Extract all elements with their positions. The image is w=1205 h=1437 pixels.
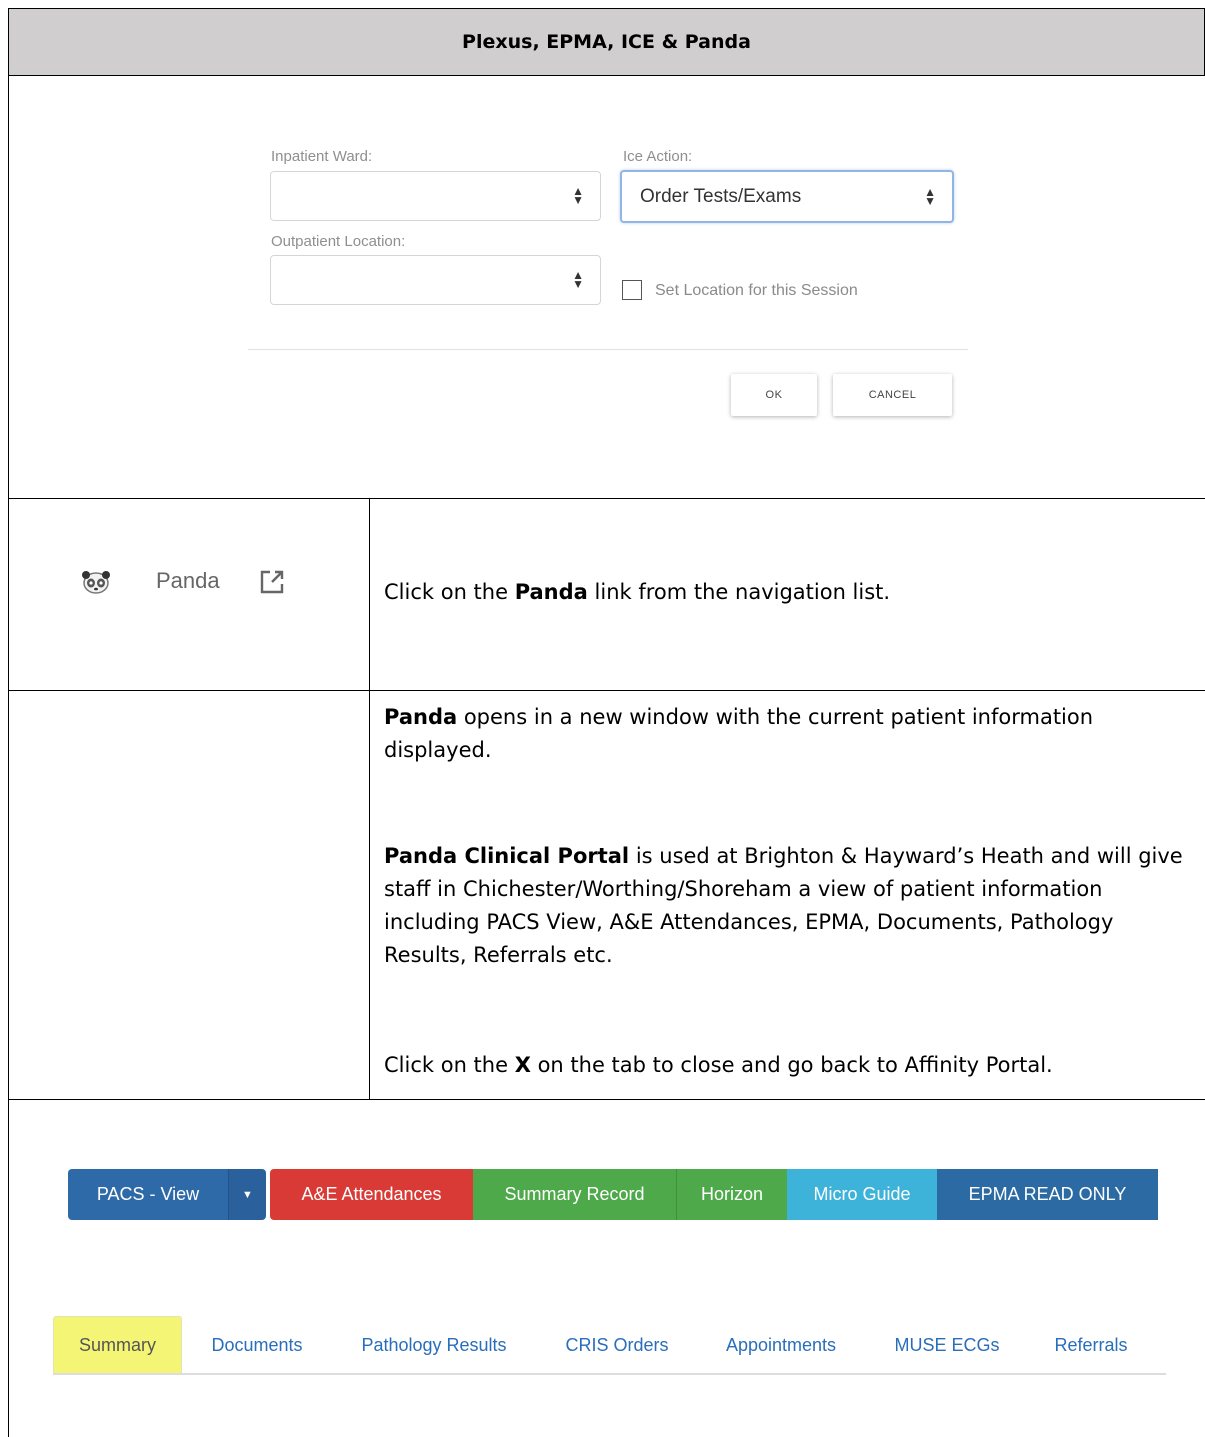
panda-icon <box>82 571 110 594</box>
pacs-view-button[interactable]: PACS - View <box>68 1169 228 1220</box>
tabs-underline <box>53 1373 1166 1375</box>
summary-record-label: Summary Record <box>504 1184 645 1204</box>
micro-guide-button[interactable]: Micro Guide <box>787 1169 937 1220</box>
outpatient-location-label: Outpatient Location: <box>271 233 406 250</box>
tab-muse-ecgs[interactable]: MUSE ECGs <box>874 1316 1020 1374</box>
ae-attendances-label: A&E Attendances <box>301 1184 442 1204</box>
micro-guide-label: Micro Guide <box>813 1184 911 1204</box>
section-header: Plexus, EPMA, ICE & Panda <box>8 8 1205 76</box>
sort-arrows-icon: ▲ ▼ <box>924 184 936 208</box>
panda-instruction: Click on the Panda link from the navigat… <box>384 580 891 604</box>
pacs-dropdown-button[interactable]: ▼ <box>228 1169 266 1220</box>
inpatient-ward-select[interactable]: ▲ ▼ <box>270 171 601 221</box>
tab-appointments[interactable]: Appointments <box>705 1316 857 1374</box>
info-paragraph-1: Panda opens in a new window with the cur… <box>384 705 1094 762</box>
tab-referrals[interactable]: Referrals <box>1037 1316 1145 1374</box>
outpatient-location-select[interactable]: ▲ ▼ <box>270 255 601 305</box>
ice-action-select[interactable]: Order Tests/Exams ▲ ▼ <box>620 170 954 223</box>
ice-action-value: Order Tests/Exams <box>640 186 802 207</box>
epma-read-only-button[interactable]: EPMA READ ONLY <box>937 1169 1158 1220</box>
horizon-button[interactable]: Horizon <box>676 1169 787 1220</box>
info-paragraph-3: Click on the X on the tab to close and g… <box>384 1053 1053 1077</box>
ae-attendances-button[interactable]: A&E Attendances <box>270 1169 473 1220</box>
sort-arrows-icon: ▲ ▼ <box>572 268 584 291</box>
set-location-checkbox[interactable] <box>622 280 642 300</box>
ice-action-label: Ice Action: <box>623 148 693 165</box>
row-divider <box>8 1099 1205 1100</box>
row-divider <box>8 498 1205 499</box>
ok-button[interactable]: OK <box>731 374 817 416</box>
horizon-label: Horizon <box>700 1184 764 1204</box>
caret-down-icon: ▼ <box>242 1188 253 1201</box>
document-page: Plexus, EPMA, ICE & Panda Inpatient Ward… <box>0 0 1205 1437</box>
info-paragraph-2: Panda Clinical Portal is used at Brighto… <box>384 844 1183 967</box>
tab-cris-orders[interactable]: CRIS Orders <box>547 1316 687 1374</box>
row-divider <box>8 690 1205 691</box>
tab-summary[interactable]: Summary <box>53 1316 182 1374</box>
epma-read-only-label: EPMA READ ONLY <box>968 1184 1127 1204</box>
summary-record-button[interactable]: Summary Record <box>473 1169 676 1220</box>
external-link-icon <box>260 570 284 594</box>
section-title: Plexus, EPMA, ICE & Panda <box>462 31 751 53</box>
tab-documents[interactable]: Documents <box>192 1316 322 1374</box>
tab-pathology-results[interactable]: Pathology Results <box>340 1316 528 1374</box>
sort-arrows-icon: ▲ ▼ <box>572 184 584 207</box>
pacs-view-label: PACS - View <box>96 1184 200 1204</box>
dialog-separator <box>248 349 968 350</box>
panda-link-label: Panda <box>156 568 220 593</box>
inpatient-ward-label: Inpatient Ward: <box>271 148 373 165</box>
set-location-label: Set Location for this Session <box>655 282 858 299</box>
column-divider <box>369 498 370 1100</box>
table-left-border <box>8 75 9 1437</box>
cancel-button[interactable]: CANCEL <box>833 374 952 416</box>
